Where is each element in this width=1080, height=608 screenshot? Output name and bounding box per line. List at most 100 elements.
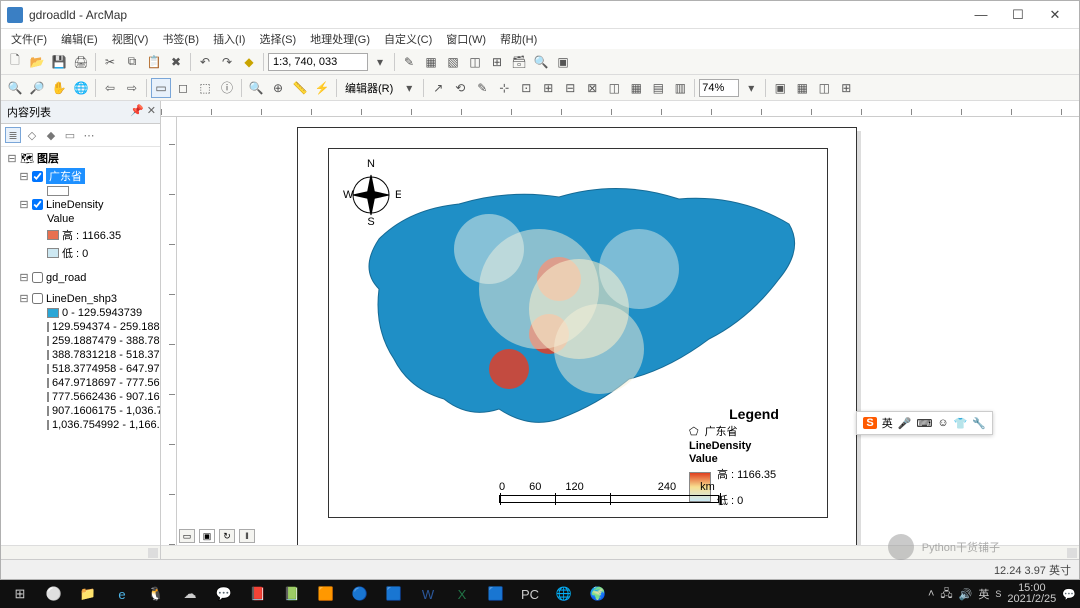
paste-button[interactable]: 📋: [144, 52, 164, 72]
layout-zoom-input[interactable]: [699, 79, 739, 97]
layer-gdroad[interactable]: gd_road: [46, 272, 86, 284]
menu-geoprocessing[interactable]: 地理处理(G): [304, 29, 376, 49]
task-app7-icon[interactable]: 🟦: [378, 582, 410, 606]
refresh-view-icon[interactable]: ↻: [219, 529, 235, 543]
class-row[interactable]: 647.9718697 - 777.566: [3, 376, 158, 390]
select-features-icon[interactable]: ▭: [151, 78, 171, 98]
task-app5-icon[interactable]: 🟧: [310, 582, 342, 606]
toc-scrollbar[interactable]: [1, 545, 160, 559]
tray-notif-icon[interactable]: 💬: [1062, 588, 1076, 601]
layer-gdroad-checkbox[interactable]: [32, 272, 43, 283]
task-explorer-icon[interactable]: 📁: [72, 582, 104, 606]
layer-linedenshp[interactable]: LineDen_shp3: [46, 293, 117, 305]
map-frame[interactable]: N E S W Legend ⬠广东省 LineDensity Value: [328, 148, 828, 518]
layout-view-tab[interactable]: ▣: [199, 529, 215, 543]
menu-customize[interactable]: 自定义(C): [378, 29, 438, 49]
toc-options-icon[interactable]: ⋯: [81, 127, 97, 143]
ime-tool-icon[interactable]: 🔧: [972, 417, 986, 430]
python-icon[interactable]: ▣: [553, 52, 573, 72]
task-app6-icon[interactable]: 🔵: [344, 582, 376, 606]
scale-dropdown[interactable]: ▾: [370, 52, 390, 72]
zoom-dropdown[interactable]: ▾: [741, 78, 761, 98]
open-button[interactable]: 📂: [27, 52, 47, 72]
menu-help[interactable]: 帮助(H): [494, 29, 543, 49]
find-icon[interactable]: 🔍: [246, 78, 266, 98]
catalog-icon[interactable]: 🗃: [509, 52, 529, 72]
ed-tool12[interactable]: ▥: [670, 78, 690, 98]
class-row[interactable]: 777.5662436 - 907.160: [3, 390, 158, 404]
tray-vol-icon[interactable]: 🔊: [959, 588, 973, 601]
pan-icon[interactable]: ✋: [49, 78, 69, 98]
class-row[interactable]: 388.7831218 - 518.377: [3, 348, 158, 362]
ed-tool3[interactable]: ✎: [472, 78, 492, 98]
editor-dropdown[interactable]: ▾: [399, 78, 419, 98]
select-elements-icon[interactable]: ⬚: [195, 78, 215, 98]
scale-input[interactable]: [268, 53, 368, 71]
ed-tool4[interactable]: ⊹: [494, 78, 514, 98]
toc-root[interactable]: 图层: [37, 150, 59, 166]
class-row[interactable]: 907.1606175 - 1,036.7: [3, 404, 158, 418]
layout-tool3[interactable]: ◫: [814, 78, 834, 98]
add-data-button[interactable]: ◆: [239, 52, 259, 72]
measure-icon[interactable]: 📏: [290, 78, 310, 98]
task-app3-icon[interactable]: 📕: [242, 582, 274, 606]
full-extent-icon[interactable]: 🌐: [71, 78, 91, 98]
minimize-button[interactable]: —: [963, 4, 999, 26]
ed-tool2[interactable]: ⟲: [450, 78, 470, 98]
toc-tree[interactable]: ⊟🗺 图层 ⊟ 广东省 ⊟ LineDensity Value 高 : 1166…: [1, 147, 160, 545]
next-extent-icon[interactable]: ⇨: [122, 78, 142, 98]
menu-window[interactable]: 窗口(W): [440, 29, 492, 49]
task-pycharm-icon[interactable]: PC: [514, 582, 546, 606]
layout-tool4[interactable]: ⊞: [836, 78, 856, 98]
layer-guangdong[interactable]: 广东省: [46, 168, 85, 184]
layout-tool2[interactable]: ▦: [792, 78, 812, 98]
toc-list-by-visibility-icon[interactable]: ◆: [43, 127, 59, 143]
start-button[interactable]: ⊞: [4, 582, 36, 606]
identify-icon[interactable]: ⓘ: [217, 78, 237, 98]
ime-bar[interactable]: S 英 🎤 ⌨ ☺ 👕 🔧: [856, 411, 993, 435]
undo-button[interactable]: ↶: [195, 52, 215, 72]
layer-linedensity[interactable]: LineDensity: [46, 199, 103, 211]
new-button[interactable]: 🗋: [5, 52, 25, 72]
ime-skin-icon[interactable]: 👕: [954, 417, 968, 430]
clear-selection-icon[interactable]: ◻: [173, 78, 193, 98]
ime-face-icon[interactable]: ☺: [937, 417, 948, 429]
tool1-icon[interactable]: ▦: [421, 52, 441, 72]
task-arcmap-icon[interactable]: 🌍: [582, 582, 614, 606]
system-tray[interactable]: ˄ 🖧 🔊 英 S 15:00 2021/2/25 💬: [928, 583, 1076, 605]
menu-insert[interactable]: 插入(I): [207, 29, 251, 49]
ed-tool7[interactable]: ⊟: [560, 78, 580, 98]
ed-tool8[interactable]: ⊠: [582, 78, 602, 98]
pause-drawing-icon[interactable]: ‖: [239, 529, 255, 543]
editor-toolbar-icon[interactable]: ✎: [399, 52, 419, 72]
layer-guangdong-checkbox[interactable]: [32, 171, 43, 182]
layout-page[interactable]: N E S W Legend ⬠广东省 LineDensity Value: [297, 127, 857, 545]
layer-linedensity-checkbox[interactable]: [32, 199, 43, 210]
menu-view[interactable]: 视图(V): [106, 29, 155, 49]
task-app4-icon[interactable]: 📗: [276, 582, 308, 606]
ime-mic-icon[interactable]: 🎤: [898, 417, 912, 430]
layout-tool1[interactable]: ▣: [770, 78, 790, 98]
ed-tool9[interactable]: ◫: [604, 78, 624, 98]
ime-kbd-icon[interactable]: ⌨: [916, 417, 932, 430]
menu-file[interactable]: 文件(F): [5, 29, 53, 49]
ed-tool5[interactable]: ⊡: [516, 78, 536, 98]
save-button[interactable]: 💾: [49, 52, 69, 72]
class-row[interactable]: 0 - 129.5943739: [3, 306, 158, 320]
editor-menu[interactable]: 编辑器(R): [341, 80, 397, 96]
class-row[interactable]: 259.1887479 - 388.783: [3, 334, 158, 348]
tray-date[interactable]: 2021/2/25: [1007, 594, 1056, 605]
class-row[interactable]: 1,036.754992 - 1,166.3: [3, 418, 158, 432]
zoom-in-icon[interactable]: 🔍: [5, 78, 25, 98]
redo-button[interactable]: ↷: [217, 52, 237, 72]
tool2-icon[interactable]: ▧: [443, 52, 463, 72]
toc-list-by-selection-icon[interactable]: ▭: [62, 127, 78, 143]
tray-ime-icon[interactable]: S: [995, 589, 1001, 599]
print-button[interactable]: 🖨: [71, 52, 91, 72]
hyperlink-icon[interactable]: ⚡: [312, 78, 332, 98]
task-excel-icon[interactable]: X: [446, 582, 478, 606]
symbol-guangdong[interactable]: [47, 186, 69, 196]
copy-button[interactable]: ⧉: [122, 52, 142, 72]
close-button[interactable]: ✕: [1037, 4, 1073, 26]
goto-xy-icon[interactable]: ⊕: [268, 78, 288, 98]
